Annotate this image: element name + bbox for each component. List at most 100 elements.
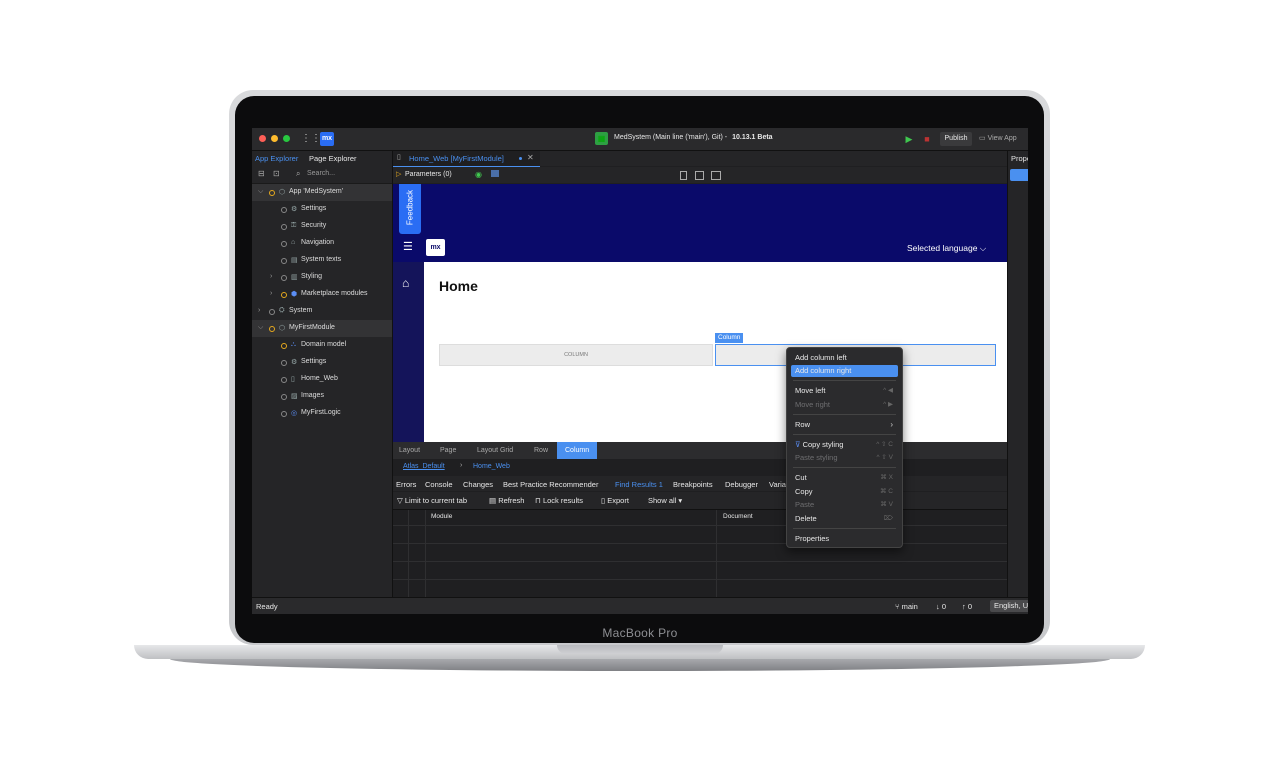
show-all-dropdown[interactable]: Show all ▾	[648, 496, 682, 505]
tree-item[interactable]: ◎ MyFirstLogic	[252, 405, 392, 422]
tree-item[interactable]: ⚿ Security	[252, 218, 392, 235]
tree-item[interactable]: › ⬢ Marketplace modules	[252, 286, 392, 303]
home-icon[interactable]: ⌂	[402, 276, 409, 290]
menu-item-properties[interactable]: Properties	[791, 533, 898, 545]
tree-item[interactable]: ⚙ Settings	[252, 201, 392, 218]
chevron-right-icon[interactable]: ›	[270, 273, 272, 280]
menu-item-label: Move right	[795, 400, 831, 409]
menu-item-label: Copy	[795, 487, 813, 496]
view-app-button[interactable]: ▭ View App	[979, 132, 1028, 146]
tab-errors[interactable]: Errors	[396, 480, 416, 489]
tab-changes[interactable]: Changes	[463, 480, 493, 489]
limit-to-tab-button[interactable]: ▽ Limit to current tab	[397, 496, 467, 505]
structure-mode-icon[interactable]	[491, 170, 499, 177]
menu-item-row[interactable]: Row ›	[791, 419, 898, 431]
tab-find-results[interactable]: Find Results 1	[615, 480, 663, 489]
menu-item-add-column-left[interactable]: Add column left	[791, 352, 898, 364]
image-icon: ▨	[291, 393, 298, 400]
chevron-down-icon[interactable]: ⌵	[258, 188, 263, 196]
menu-item-delete[interactable]: Delete ⌦	[791, 513, 898, 525]
menu-item-label: Delete	[795, 514, 817, 523]
menu-item-paste: Paste ⌘ V	[791, 499, 898, 511]
tab-breakpoints[interactable]: Breakpoints	[673, 480, 713, 489]
tab-app-explorer[interactable]: App Explorer	[255, 154, 298, 163]
layout-column-left[interactable]: COLUMN	[439, 344, 713, 366]
column-header-module[interactable]: Module	[431, 513, 452, 520]
language-selector[interactable]: Selected language ⌵	[907, 243, 986, 254]
menu-icon[interactable]: ☰	[403, 240, 413, 253]
status-dot	[281, 258, 287, 264]
refresh-button[interactable]: ▤ Refresh	[489, 496, 524, 505]
tree-item[interactable]: ▨ Images	[252, 388, 392, 405]
branch-indicator[interactable]: ⑂ main	[895, 602, 918, 611]
properties-title: Properties	[1011, 154, 1028, 163]
tab-debugger[interactable]: Debugger	[725, 480, 758, 489]
collapse-all-icon[interactable]: ⊟	[258, 169, 265, 178]
export-icon: ▯	[601, 496, 606, 505]
incoming-changes[interactable]: ↓ 0	[936, 602, 946, 611]
page-link[interactable]: Home_Web	[473, 463, 510, 470]
explorer-search-input[interactable]: Search...	[307, 170, 335, 177]
menu-item-copy[interactable]: Copy ⌘ C	[791, 486, 898, 498]
column-header-document[interactable]: Document	[723, 513, 753, 520]
parameters-button[interactable]: Parameters (0)	[405, 171, 452, 178]
tree-item-label: Settings	[301, 358, 327, 365]
lock-results-button[interactable]: ⊓ Lock results	[535, 496, 583, 505]
home-icon: ⌂	[291, 239, 296, 246]
tree-item[interactable]: ⛬ Domain model	[252, 337, 392, 354]
menu-item-move-left[interactable]: Move left ^ ◀	[791, 385, 898, 397]
phone-icon[interactable]	[680, 171, 687, 180]
stop-button[interactable]: ■	[920, 132, 934, 146]
tree-item[interactable]: ⌵ ⬡ App 'MedSystem'	[252, 184, 392, 201]
layout-link[interactable]: Atlas_Default	[403, 463, 445, 470]
tree-item[interactable]: ⚙ Settings	[252, 354, 392, 371]
breadcrumb-row[interactable]: Row	[534, 442, 548, 459]
tablet-icon[interactable]	[695, 171, 704, 180]
properties-mode-button[interactable]	[1010, 169, 1028, 181]
menu-item-add-column-right[interactable]: Add column right	[791, 365, 898, 377]
tree-item[interactable]: ▤ System texts	[252, 252, 392, 269]
close-window-button[interactable]	[259, 135, 266, 142]
language-badge[interactable]: English, United States	[990, 600, 1028, 612]
menu-item-copy-styling[interactable]: ⊽ Copy styling ^ ⇧ C	[791, 439, 898, 451]
run-button[interactable]: ▶	[902, 132, 916, 146]
export-button[interactable]: ▯ Export	[601, 496, 629, 505]
menu-item-cut[interactable]: Cut ⌘ X	[791, 472, 898, 484]
feedback-tab[interactable]: Feedback	[399, 184, 421, 234]
tab-variables[interactable]: Varia	[769, 480, 786, 489]
unsaved-indicator	[519, 157, 522, 160]
tab-best-practice[interactable]: Best Practice Recommender	[503, 480, 598, 489]
breadcrumb-layout[interactable]: Layout	[399, 442, 420, 459]
menu-item-label: Paste	[795, 500, 815, 509]
page-heading[interactable]: Home	[439, 278, 478, 294]
bottom-panel-tabs: Errors Console Changes Best Practice Rec…	[393, 476, 1007, 491]
canvas-logo: mx	[426, 239, 445, 256]
tree-item[interactable]: › ⛭ System	[252, 303, 392, 320]
column-placeholder-label: COLUMN	[564, 352, 588, 358]
menu-separator	[793, 414, 896, 415]
tree-item[interactable]: ⌂ Navigation	[252, 235, 392, 252]
outgoing-changes[interactable]: ↑ 0	[962, 602, 972, 611]
chevron-down-icon[interactable]: ⌵	[258, 324, 263, 332]
breadcrumb-column[interactable]: Column	[557, 442, 598, 459]
breadcrumb-layout-grid[interactable]: Layout Grid	[477, 442, 513, 459]
paint-brush-icon: ⊽	[795, 440, 803, 449]
minimize-window-button[interactable]	[271, 135, 278, 142]
close-tab-icon[interactable]: ✕	[527, 153, 534, 162]
scroll-to-icon[interactable]: ⊡	[273, 169, 280, 178]
tab-console[interactable]: Console	[425, 480, 453, 489]
chevron-right-icon[interactable]: ›	[258, 307, 260, 314]
desktop-icon[interactable]	[711, 171, 721, 180]
breadcrumb-page[interactable]: Page	[440, 442, 456, 459]
eye-icon[interactable]: ◉	[475, 170, 482, 179]
tab-page-explorer[interactable]: Page Explorer	[309, 154, 357, 163]
tree-item[interactable]: › ▥ Styling	[252, 269, 392, 286]
document-tab[interactable]: ▯ Home_Web [MyFirstModule] ✕	[393, 151, 540, 167]
menu-separator	[793, 434, 896, 435]
maximize-window-button[interactable]	[283, 135, 290, 142]
tree-item[interactable]: ▯ Home_Web	[252, 371, 392, 388]
publish-button[interactable]: Publish	[940, 132, 972, 146]
tree-item[interactable]: ⌵ ⬡ MyFirstModule	[252, 320, 392, 337]
chevron-right-icon[interactable]: ›	[270, 290, 272, 297]
laptop-notch	[557, 645, 723, 654]
